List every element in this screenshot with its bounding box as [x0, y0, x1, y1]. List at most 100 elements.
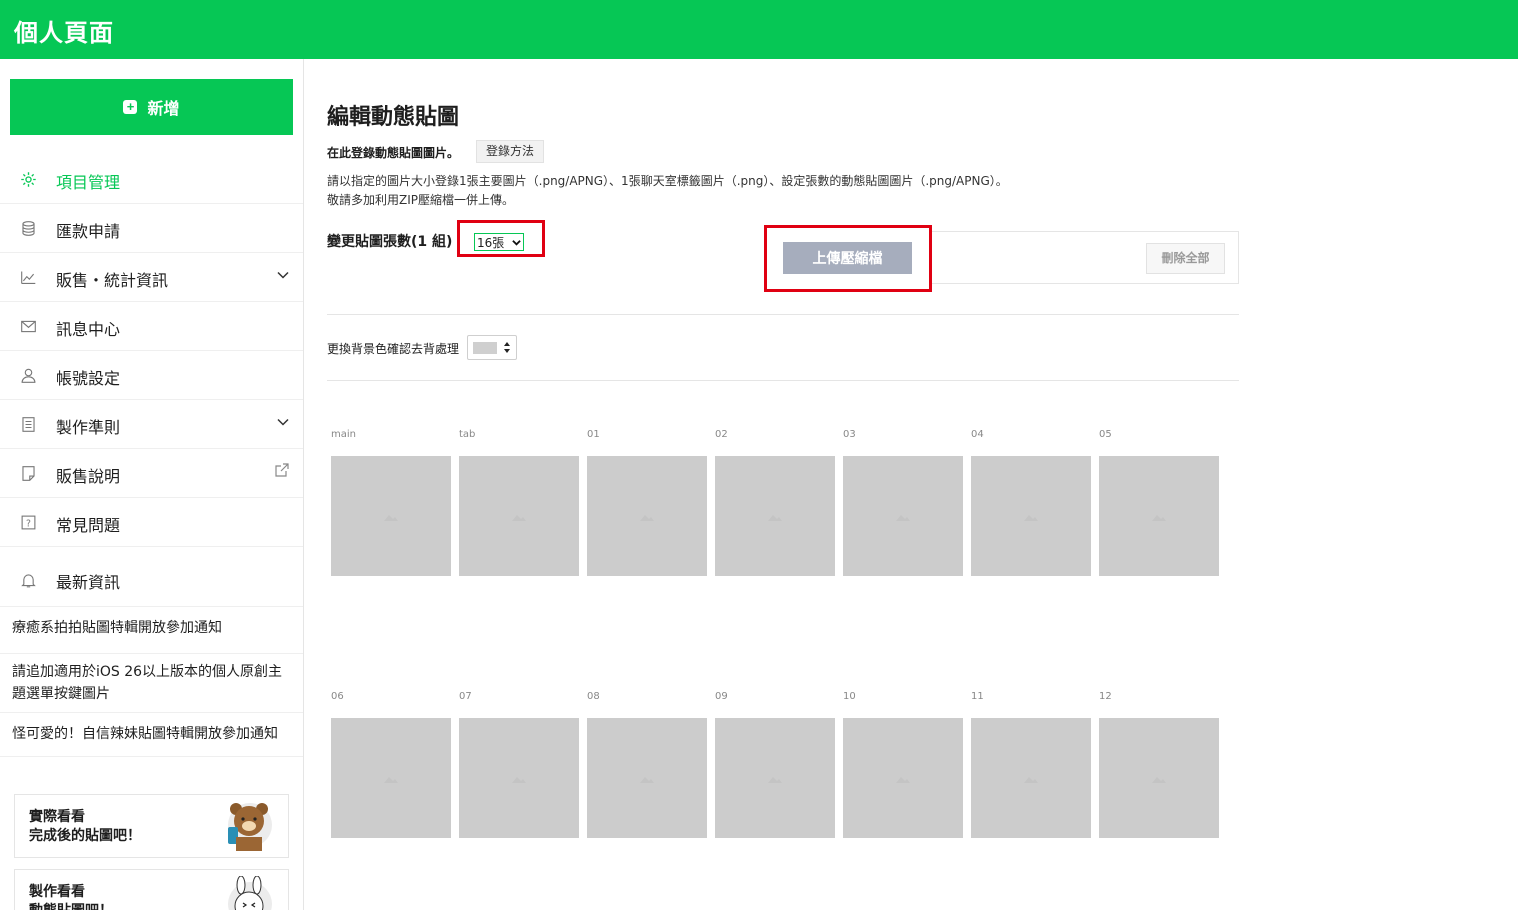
slot-label: 02 — [715, 429, 728, 440]
sticker-slot[interactable] — [843, 456, 963, 576]
image-placeholder-icon — [768, 515, 782, 521]
description-line: 敬請多加利用ZIP壓縮檔一併上傳。 — [327, 193, 514, 207]
divider — [327, 314, 1239, 315]
sidebar-item-label: 匯款申請 — [56, 222, 121, 241]
sticker-count-label: 變更貼圖張數(1 組) — [327, 234, 453, 250]
news-label: 最新資訊 — [56, 573, 121, 592]
svg-text:?: ? — [26, 518, 31, 529]
promo-card-preview[interactable]: 實際看看 完成後的貼圖吧！ — [14, 794, 289, 858]
app-title: 個人頁面 — [14, 19, 114, 47]
slot-label: 08 — [587, 691, 600, 702]
sticker-slot[interactable] — [971, 456, 1091, 576]
sidebar-item-label: 常見問題 — [56, 516, 121, 535]
upload-highlight: 上傳壓縮檔 — [764, 225, 932, 292]
chevron-down-icon[interactable] — [277, 269, 289, 281]
color-swatch — [473, 342, 497, 354]
sticker-slot[interactable] — [715, 718, 835, 838]
sidebar-item-label: 訊息中心 — [56, 320, 121, 339]
promo-line: 完成後的貼圖吧！ — [29, 828, 141, 844]
sticker-count-value: 16張 — [477, 235, 505, 250]
sidebar-item-account[interactable]: 帳號設定 — [0, 351, 303, 400]
sidebar-item-sales-guide[interactable]: 販售說明 — [0, 449, 303, 498]
slot-label: 11 — [971, 691, 984, 702]
description-line: 請以指定的圖片大小登錄1張主要圖片（.png/APNG）、1張聊天室標籤圖片（.… — [327, 174, 1008, 188]
sidebar-item-label: 販售・統計資訊 — [56, 271, 169, 290]
question-icon: ? — [21, 515, 36, 530]
image-placeholder-icon — [1024, 777, 1038, 783]
delete-all-button[interactable]: 刪除全部 — [1146, 243, 1225, 274]
chevron-down-icon[interactable] — [277, 416, 289, 428]
sticker-slot[interactable] — [1099, 456, 1219, 576]
sidebar-item-guidelines[interactable]: 製作準則 — [0, 400, 303, 449]
image-placeholder-icon — [640, 777, 654, 783]
promo-line: 實際看看 — [29, 809, 85, 825]
sidebar-item-payout[interactable]: 匯款申請 — [0, 204, 303, 253]
sticker-slot[interactable] — [331, 718, 451, 838]
document-icon — [22, 417, 35, 432]
brown-bear-icon — [228, 803, 272, 851]
image-placeholder-icon — [896, 777, 910, 783]
image-placeholder-icon — [896, 515, 910, 521]
sidebar-item-item-management[interactable]: 項目管理 — [0, 155, 303, 204]
news-header[interactable]: 最新資訊 — [0, 556, 303, 607]
slot-label: 07 — [459, 691, 472, 702]
sticker-slot[interactable] — [459, 456, 579, 576]
news-item[interactable]: 怪可愛的！自信辣妹貼圖特輯開放參加通知 — [0, 713, 303, 757]
bell-icon — [21, 574, 36, 588]
slot-label: tab — [459, 429, 476, 440]
divider — [327, 380, 1239, 381]
howto-button[interactable]: 登錄方法 — [476, 140, 545, 163]
image-placeholder-icon — [512, 515, 526, 521]
news-item[interactable]: 療癒系拍拍貼圖特輯開放參加通知 — [0, 607, 303, 654]
description: 請以指定的圖片大小登錄1張主要圖片（.png/APNG）、1張聊天室標籤圖片（.… — [327, 172, 1008, 210]
lead-text: 在此登錄動態貼圖圖片。 — [327, 146, 460, 160]
person-icon — [21, 368, 36, 383]
sidebar-item-messages[interactable]: 訊息中心 — [0, 302, 303, 351]
gear-icon — [21, 172, 36, 187]
sticker-slot[interactable] — [715, 456, 835, 576]
upload-zip-button[interactable]: 上傳壓縮檔 — [783, 242, 912, 274]
chevron-down-icon — [512, 239, 521, 246]
image-placeholder-icon — [1152, 777, 1166, 783]
slot-label: 06 — [331, 691, 344, 702]
sticker-count-select[interactable]: 16張 — [474, 233, 524, 251]
promo-text: 製作看看 動態貼圖吧！ — [29, 883, 113, 910]
slot-label: main — [331, 429, 356, 440]
sticker-count-highlight: 16張 — [457, 220, 545, 257]
sticker-slot[interactable] — [459, 718, 579, 838]
sticker-slot[interactable] — [843, 718, 963, 838]
add-button-label: 新增 — [147, 101, 180, 118]
main-content: 編輯動態貼圖 在此登錄動態貼圖圖片。 登錄方法 請以指定的圖片大小登錄1張主要圖… — [327, 59, 1518, 910]
sticker-slot[interactable] — [971, 718, 1091, 838]
image-placeholder-icon — [1024, 515, 1038, 521]
slot-label: 03 — [843, 429, 856, 440]
sticker-slot[interactable] — [587, 718, 707, 838]
add-button[interactable]: + 新增 — [10, 79, 293, 135]
promo-line: 動態貼圖吧！ — [29, 902, 113, 910]
image-placeholder-icon — [640, 515, 654, 521]
top-header: 個人頁面 — [0, 0, 1518, 59]
page-title: 編輯動態貼圖 — [327, 105, 460, 130]
slot-label: 09 — [715, 691, 728, 702]
sidebar: + 新增 項目管理 匯款申請 販售・統計資訊 訊息中心 帳號設定 製作準則 販售… — [0, 59, 304, 910]
chart-icon — [21, 271, 36, 285]
promo-card-animated[interactable]: 製作看看 動態貼圖吧！ — [14, 869, 289, 910]
slot-label: 10 — [843, 691, 856, 702]
slot-label: 05 — [1099, 429, 1112, 440]
sidebar-item-label: 帳號設定 — [56, 369, 121, 388]
sidebar-item-label: 販售說明 — [56, 467, 121, 486]
sticker-slot[interactable] — [331, 456, 451, 576]
slot-label: 04 — [971, 429, 984, 440]
sidebar-item-label: 項目管理 — [56, 173, 121, 192]
promo-line: 製作看看 — [29, 884, 85, 900]
sticker-slot[interactable] — [1099, 718, 1219, 838]
sidebar-item-faq[interactable]: ? 常見問題 — [0, 498, 303, 547]
page-icon — [22, 466, 35, 481]
sidebar-nav: 項目管理 匯款申請 販售・統計資訊 訊息中心 帳號設定 製作準則 販售說明 ? … — [0, 155, 303, 547]
sidebar-item-label: 製作準則 — [56, 418, 121, 437]
news-item[interactable]: 請追加適用於iOS 26以上版本的個人原創主題選單按鍵圖片 — [0, 654, 303, 713]
sticker-slot[interactable] — [587, 456, 707, 576]
background-color-select[interactable] — [467, 335, 517, 360]
external-link-icon — [275, 463, 289, 477]
sidebar-item-sales-stats[interactable]: 販售・統計資訊 — [0, 253, 303, 302]
